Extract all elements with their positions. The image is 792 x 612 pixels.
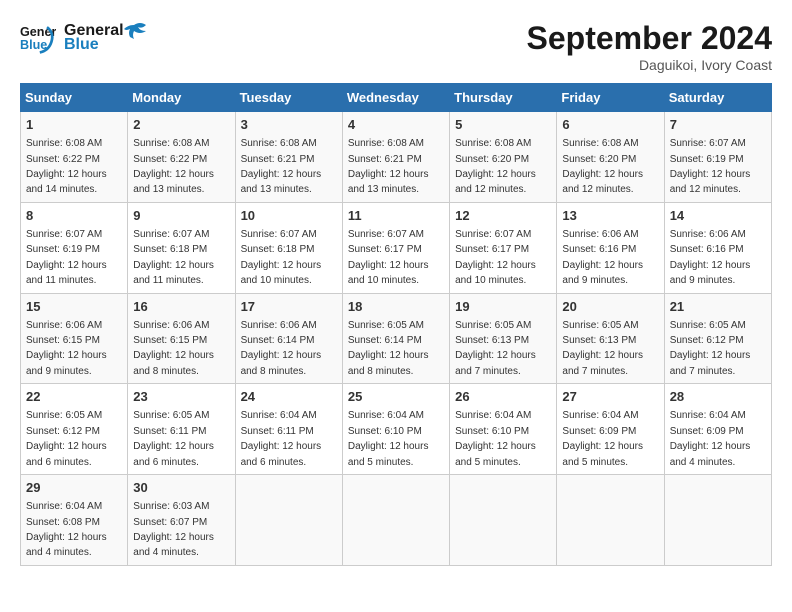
col-thursday: Thursday <box>450 84 557 112</box>
day-cell-12: 12 Sunrise: 6:07 AMSunset: 6:17 PMDaylig… <box>450 202 557 293</box>
day-cell-27: 27 Sunrise: 6:04 AMSunset: 6:09 PMDaylig… <box>557 384 664 475</box>
week-row-2: 8 Sunrise: 6:07 AMSunset: 6:19 PMDayligh… <box>21 202 772 293</box>
col-wednesday: Wednesday <box>342 84 449 112</box>
svg-text:Blue: Blue <box>20 38 47 52</box>
empty-cell-3 <box>450 475 557 566</box>
month-title: September 2024 <box>527 20 772 57</box>
day-cell-10: 10 Sunrise: 6:07 AMSunset: 6:18 PMDaylig… <box>235 202 342 293</box>
empty-cell-1 <box>235 475 342 566</box>
day-cell-5: 5 Sunrise: 6:08 AMSunset: 6:20 PMDayligh… <box>450 112 557 203</box>
day-cell-3: 3 Sunrise: 6:08 AMSunset: 6:21 PMDayligh… <box>235 112 342 203</box>
calendar-table: Sunday Monday Tuesday Wednesday Thursday… <box>20 83 772 566</box>
week-row-3: 15 Sunrise: 6:06 AMSunset: 6:15 PMDaylig… <box>21 293 772 384</box>
empty-cell-4 <box>557 475 664 566</box>
week-row-5: 29 Sunrise: 6:04 AMSunset: 6:08 PMDaylig… <box>21 475 772 566</box>
day-cell-24: 24 Sunrise: 6:04 AMSunset: 6:11 PMDaylig… <box>235 384 342 475</box>
col-tuesday: Tuesday <box>235 84 342 112</box>
col-monday: Monday <box>128 84 235 112</box>
day-cell-23: 23 Sunrise: 6:05 AMSunset: 6:11 PMDaylig… <box>128 384 235 475</box>
day-cell-9: 9 Sunrise: 6:07 AMSunset: 6:18 PMDayligh… <box>128 202 235 293</box>
location-subtitle: Daguikoi, Ivory Coast <box>527 57 772 73</box>
day-cell-2: 2 Sunrise: 6:08 AMSunset: 6:22 PMDayligh… <box>128 112 235 203</box>
title-block: September 2024 Daguikoi, Ivory Coast <box>527 20 772 73</box>
page-header: General Blue General Blue September 2024… <box>20 20 772 73</box>
week-row-4: 22 Sunrise: 6:05 AMSunset: 6:12 PMDaylig… <box>21 384 772 475</box>
day-cell-1: 1 Sunrise: 6:08 AMSunset: 6:22 PMDayligh… <box>21 112 128 203</box>
day-cell-28: 28 Sunrise: 6:04 AMSunset: 6:09 PMDaylig… <box>664 384 771 475</box>
day-cell-20: 20 Sunrise: 6:05 AMSunset: 6:13 PMDaylig… <box>557 293 664 384</box>
logo-icon: General Blue <box>20 20 56 56</box>
day-cell-17: 17 Sunrise: 6:06 AMSunset: 6:14 PMDaylig… <box>235 293 342 384</box>
day-cell-26: 26 Sunrise: 6:04 AMSunset: 6:10 PMDaylig… <box>450 384 557 475</box>
day-cell-8: 8 Sunrise: 6:07 AMSunset: 6:19 PMDayligh… <box>21 202 128 293</box>
day-cell-30: 30 Sunrise: 6:03 AMSunset: 6:07 PMDaylig… <box>128 475 235 566</box>
logo: General Blue General Blue <box>20 20 148 56</box>
day-cell-29: 29 Sunrise: 6:04 AMSunset: 6:08 PMDaylig… <box>21 475 128 566</box>
day-cell-16: 16 Sunrise: 6:06 AMSunset: 6:15 PMDaylig… <box>128 293 235 384</box>
week-row-1: 1 Sunrise: 6:08 AMSunset: 6:22 PMDayligh… <box>21 112 772 203</box>
col-saturday: Saturday <box>664 84 771 112</box>
empty-cell-2 <box>342 475 449 566</box>
day-cell-22: 22 Sunrise: 6:05 AMSunset: 6:12 PMDaylig… <box>21 384 128 475</box>
day-cell-13: 13 Sunrise: 6:06 AMSunset: 6:16 PMDaylig… <box>557 202 664 293</box>
day-cell-6: 6 Sunrise: 6:08 AMSunset: 6:20 PMDayligh… <box>557 112 664 203</box>
col-friday: Friday <box>557 84 664 112</box>
empty-cell-5 <box>664 475 771 566</box>
day-cell-4: 4 Sunrise: 6:08 AMSunset: 6:21 PMDayligh… <box>342 112 449 203</box>
col-sunday: Sunday <box>21 84 128 112</box>
day-cell-21: 21 Sunrise: 6:05 AMSunset: 6:12 PMDaylig… <box>664 293 771 384</box>
day-cell-18: 18 Sunrise: 6:05 AMSunset: 6:14 PMDaylig… <box>342 293 449 384</box>
day-cell-19: 19 Sunrise: 6:05 AMSunset: 6:13 PMDaylig… <box>450 293 557 384</box>
day-cell-11: 11 Sunrise: 6:07 AMSunset: 6:17 PMDaylig… <box>342 202 449 293</box>
bird-icon <box>120 19 148 47</box>
day-cell-7: 7 Sunrise: 6:07 AMSunset: 6:19 PMDayligh… <box>664 112 771 203</box>
day-cell-25: 25 Sunrise: 6:04 AMSunset: 6:10 PMDaylig… <box>342 384 449 475</box>
day-cell-15: 15 Sunrise: 6:06 AMSunset: 6:15 PMDaylig… <box>21 293 128 384</box>
day-cell-14: 14 Sunrise: 6:06 AMSunset: 6:16 PMDaylig… <box>664 202 771 293</box>
